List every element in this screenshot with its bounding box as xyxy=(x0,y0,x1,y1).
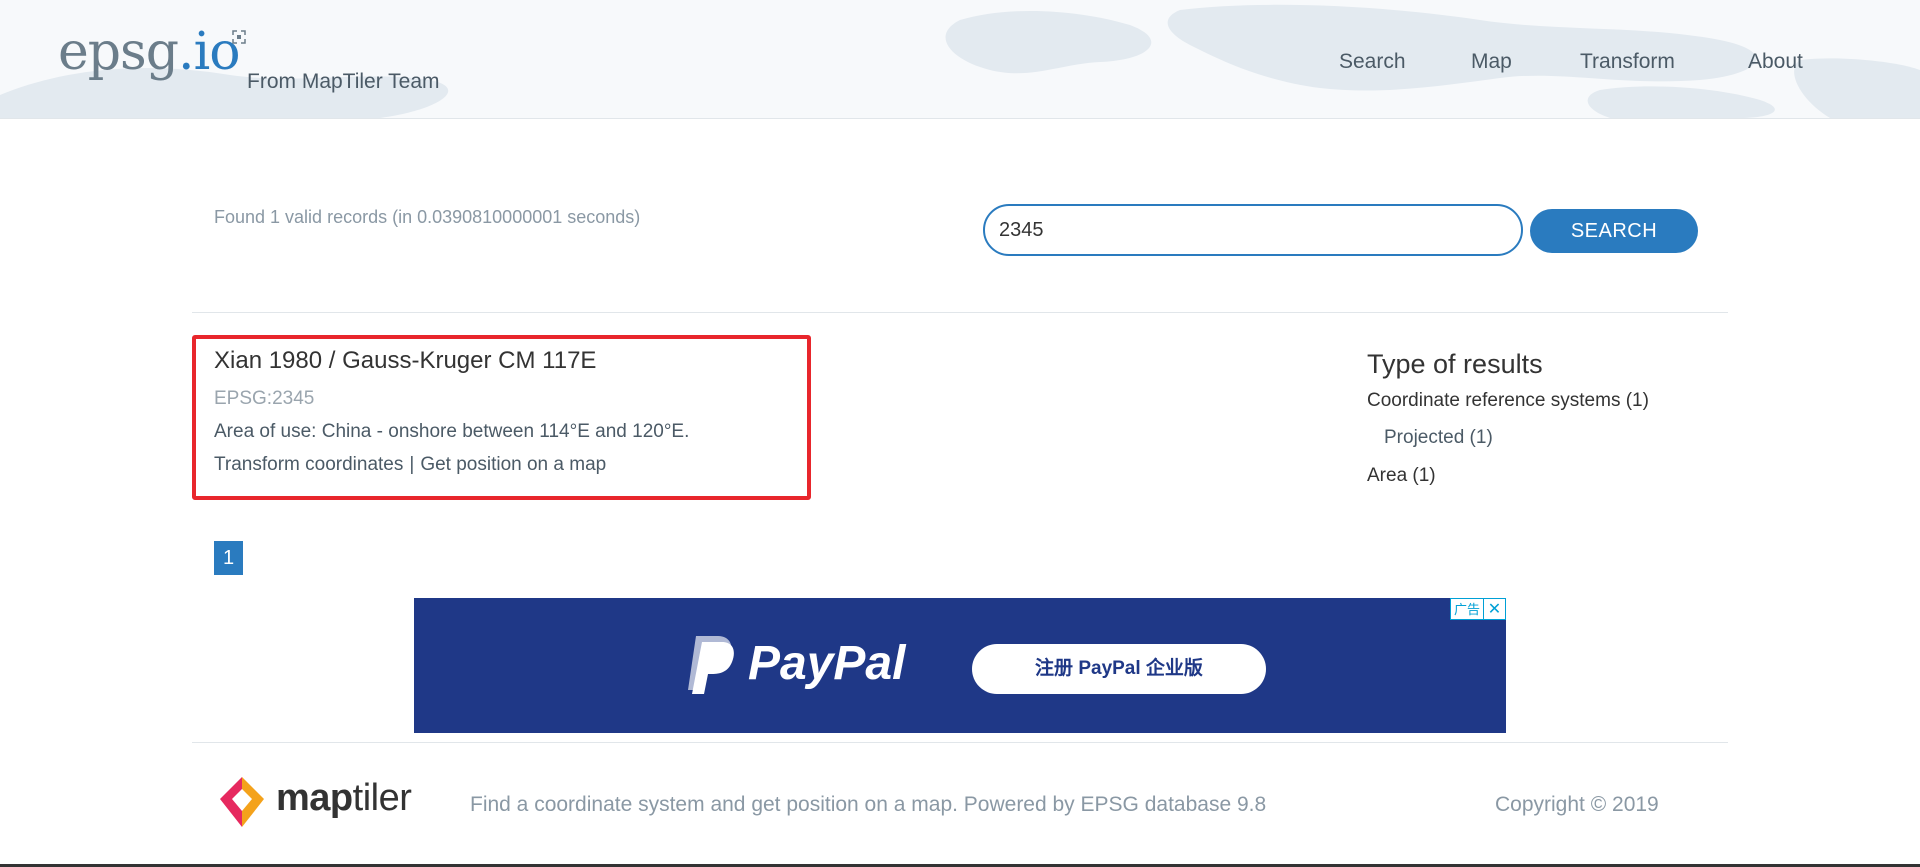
ad-flag: 广告 ✕ xyxy=(1449,598,1506,620)
footer-brand[interactable]: maptiler xyxy=(276,777,412,820)
nav-about[interactable]: About xyxy=(1748,50,1803,74)
transform-coordinates-link[interactable]: Transform coordinates xyxy=(214,454,403,475)
facet-projected[interactable]: Projected (1) xyxy=(1384,427,1493,449)
ad-cta-button[interactable]: 注册 PayPal 企业版 xyxy=(972,644,1266,694)
nav-search[interactable]: Search xyxy=(1339,50,1406,74)
logo-suffix: .io xyxy=(178,22,240,82)
result-title[interactable]: Xian 1980 / Gauss-Kruger CM 117E xyxy=(214,347,596,375)
ad-banner[interactable]: 广告 ✕ PayPal 注册 PayPal 企业版 xyxy=(414,598,1506,733)
site-logo[interactable]: epsg.io xyxy=(58,22,241,82)
nav-transform[interactable]: Transform xyxy=(1580,50,1675,74)
footer-copyright: Copyright © 2019 xyxy=(1495,793,1659,816)
site-tagline: From MapTiler Team xyxy=(247,70,440,93)
paypal-logo-icon xyxy=(688,636,734,694)
maptiler-logo-icon[interactable] xyxy=(216,775,268,829)
ad-label: 广告 xyxy=(1449,598,1484,620)
search-input[interactable] xyxy=(983,204,1523,256)
pagination-page-1[interactable]: 1 xyxy=(214,541,243,575)
footer-brand-bold: map xyxy=(276,777,353,819)
nav-map[interactable]: Map xyxy=(1471,50,1512,74)
facets-title: Type of results xyxy=(1367,349,1543,379)
facet-crs[interactable]: Coordinate reference systems (1) xyxy=(1367,390,1649,412)
link-separator: | xyxy=(409,454,415,475)
footer-brand-light: tiler xyxy=(352,777,412,819)
divider xyxy=(192,312,1728,313)
logo-main: epsg xyxy=(58,22,179,82)
result-area-of-use: Area of use: China - onshore between 114… xyxy=(214,421,690,442)
result-links: Transform coordinates | Get position on a … xyxy=(214,454,606,476)
get-position-link[interactable]: Get position on a map xyxy=(420,454,606,475)
search-summary: Found 1 valid records (in 0.039081000000… xyxy=(214,207,641,227)
result-code: EPSG:2345 xyxy=(214,388,315,409)
footer-description: Find a coordinate system and get positio… xyxy=(470,793,1267,816)
site-header: epsg.io From MapTiler Team Search Map Tr… xyxy=(0,0,1920,119)
facet-area[interactable]: Area (1) xyxy=(1367,465,1436,487)
search-button[interactable]: SEARCH xyxy=(1530,209,1698,253)
corner-brackets-icon xyxy=(232,30,246,44)
footer-divider xyxy=(192,742,1728,743)
ad-close-icon[interactable]: ✕ xyxy=(1484,598,1506,620)
ad-brand: PayPal xyxy=(748,637,906,690)
